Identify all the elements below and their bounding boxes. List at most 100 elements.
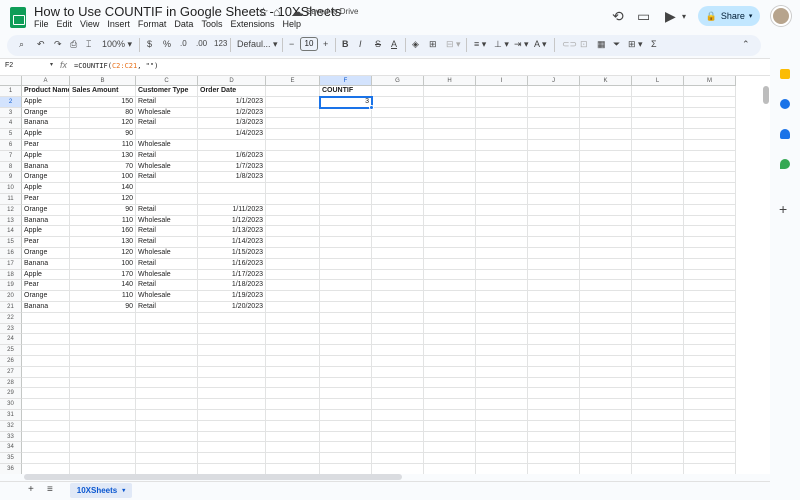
row-header[interactable]: 24 bbox=[0, 334, 22, 346]
cell[interactable] bbox=[684, 399, 736, 410]
cell[interactable] bbox=[22, 442, 70, 454]
cell[interactable] bbox=[320, 291, 372, 302]
cell[interactable] bbox=[684, 464, 736, 474]
column-header-e[interactable]: E bbox=[266, 76, 320, 86]
cell[interactable] bbox=[476, 248, 528, 259]
add-sheet-button[interactable]: + bbox=[28, 484, 34, 495]
cell[interactable] bbox=[320, 226, 372, 238]
cell[interactable] bbox=[198, 453, 266, 464]
cell[interactable] bbox=[372, 356, 424, 367]
cell[interactable] bbox=[22, 431, 70, 443]
cell[interactable] bbox=[198, 366, 266, 378]
text-rotation-icon[interactable]: A ▾ bbox=[534, 39, 547, 50]
row-header[interactable]: 23 bbox=[0, 323, 22, 335]
cell[interactable] bbox=[684, 150, 736, 162]
header-cell[interactable]: Customer Type bbox=[136, 86, 198, 97]
cell[interactable] bbox=[632, 356, 684, 367]
cell[interactable] bbox=[580, 356, 632, 367]
cell[interactable]: 120 bbox=[70, 194, 136, 205]
cell[interactable] bbox=[528, 86, 580, 97]
cell[interactable] bbox=[476, 453, 528, 464]
cell[interactable] bbox=[580, 172, 632, 184]
cell[interactable] bbox=[632, 107, 684, 119]
cell[interactable]: 110 bbox=[70, 215, 136, 227]
insert-chart-icon[interactable]: ▦ bbox=[597, 39, 606, 50]
cell[interactable] bbox=[320, 258, 372, 270]
row-header[interactable]: 33 bbox=[0, 431, 22, 443]
cell[interactable] bbox=[476, 107, 528, 119]
cell[interactable]: 1/3/2023 bbox=[198, 118, 266, 130]
cell[interactable] bbox=[266, 204, 320, 216]
cell[interactable] bbox=[372, 366, 424, 378]
cell[interactable]: Retail bbox=[136, 302, 198, 313]
cell[interactable]: Retail bbox=[136, 226, 198, 238]
cell[interactable] bbox=[320, 204, 372, 216]
column-header-c[interactable]: C bbox=[136, 76, 198, 86]
collapse-toolbar-icon[interactable]: ⌃ bbox=[742, 39, 750, 50]
name-box[interactable]: F2 bbox=[5, 62, 13, 69]
cell[interactable] bbox=[476, 464, 528, 474]
cell[interactable] bbox=[632, 183, 684, 194]
cell[interactable] bbox=[580, 377, 632, 389]
cell[interactable] bbox=[580, 334, 632, 346]
cell[interactable] bbox=[684, 96, 736, 108]
cell[interactable] bbox=[684, 420, 736, 432]
cell[interactable] bbox=[198, 323, 266, 335]
cell[interactable] bbox=[684, 377, 736, 389]
cell[interactable] bbox=[136, 464, 198, 474]
cell[interactable] bbox=[320, 366, 372, 378]
column-header-f[interactable]: F bbox=[320, 76, 372, 86]
cell[interactable] bbox=[528, 161, 580, 173]
row-header[interactable]: 7 bbox=[0, 150, 22, 162]
cell[interactable] bbox=[22, 410, 70, 421]
cell[interactable] bbox=[320, 431, 372, 443]
cell[interactable] bbox=[632, 442, 684, 454]
row-header[interactable]: 2 bbox=[0, 96, 22, 108]
cell[interactable] bbox=[424, 150, 476, 162]
cell[interactable] bbox=[528, 399, 580, 410]
cell[interactable]: Wholesale bbox=[136, 107, 198, 119]
cell[interactable] bbox=[528, 118, 580, 130]
cell[interactable] bbox=[632, 323, 684, 335]
row-header[interactable]: 18 bbox=[0, 269, 22, 281]
cell[interactable] bbox=[476, 226, 528, 238]
cell[interactable] bbox=[580, 183, 632, 194]
cell[interactable] bbox=[320, 194, 372, 205]
filter-views-icon[interactable]: ⊞ ▾ bbox=[628, 39, 643, 50]
cell[interactable] bbox=[476, 420, 528, 432]
cell[interactable]: Banana bbox=[22, 118, 70, 130]
row-header[interactable]: 31 bbox=[0, 410, 22, 421]
cell[interactable]: Orange bbox=[22, 291, 70, 302]
cell[interactable] bbox=[476, 280, 528, 292]
cell[interactable] bbox=[320, 280, 372, 292]
move-folder-icon[interactable]: ⌂ bbox=[273, 5, 280, 19]
cell[interactable] bbox=[476, 96, 528, 108]
cell[interactable] bbox=[632, 291, 684, 302]
redo-icon[interactable]: ↷ bbox=[54, 39, 62, 50]
cell[interactable] bbox=[528, 237, 580, 248]
cell[interactable] bbox=[198, 464, 266, 474]
cell[interactable] bbox=[266, 345, 320, 356]
row-header[interactable]: 3 bbox=[0, 107, 22, 119]
cell[interactable] bbox=[684, 323, 736, 335]
cell[interactable] bbox=[684, 237, 736, 248]
cell[interactable]: 1/14/2023 bbox=[198, 237, 266, 248]
cell[interactable] bbox=[372, 150, 424, 162]
cell[interactable] bbox=[528, 215, 580, 227]
cell[interactable] bbox=[136, 366, 198, 378]
cell[interactable]: 100 bbox=[70, 258, 136, 270]
cell[interactable] bbox=[632, 86, 684, 97]
avatar[interactable] bbox=[771, 6, 791, 26]
cell[interactable] bbox=[372, 312, 424, 324]
cell[interactable]: 120 bbox=[70, 248, 136, 259]
cell[interactable] bbox=[266, 399, 320, 410]
cell[interactable] bbox=[424, 161, 476, 173]
cell[interactable] bbox=[580, 140, 632, 151]
column-header-d[interactable]: D bbox=[198, 76, 266, 86]
cell[interactable] bbox=[320, 183, 372, 194]
cell[interactable] bbox=[476, 215, 528, 227]
comments-icon[interactable]: ▭ bbox=[637, 8, 650, 25]
header-cell[interactable]: Sales Amount bbox=[70, 86, 136, 97]
cell[interactable] bbox=[136, 183, 198, 194]
cell[interactable] bbox=[266, 237, 320, 248]
